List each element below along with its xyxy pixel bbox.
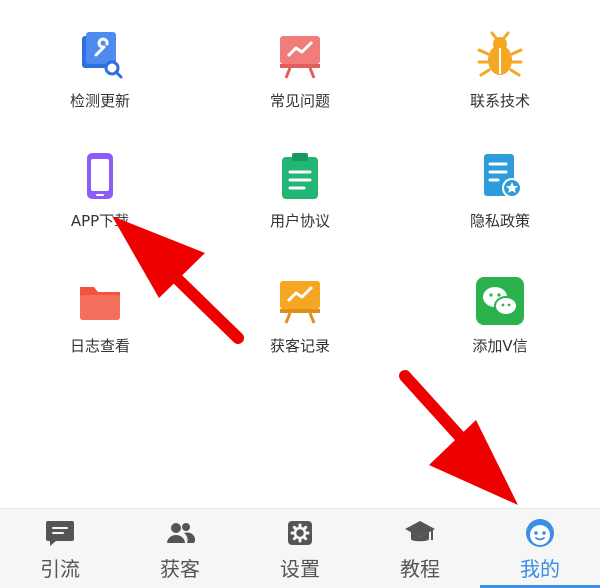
tab-label: 设置 [280,557,320,581]
folder-icon [80,287,120,320]
bug-icon [477,31,523,77]
menu-item-label: 获客记录 [269,337,330,355]
menu-item-faq[interactable]: 常见问题 [220,30,380,111]
menu-item-customer-records[interactable]: 获客记录 [220,275,380,356]
tab-settings[interactable]: 设置 [240,509,360,588]
menu-item-label: 检测更新 [69,92,130,110]
wrench-search-icon [82,32,123,79]
tab-label: 获客 [160,557,200,581]
gear-icon [288,521,312,545]
bottom-tab-bar: 引流 获客 设置 教程 我的 [0,508,600,588]
menu-item-app-download[interactable]: APP下载 [20,150,180,231]
phone-icon [87,153,113,199]
tab-label: 引流 [40,557,80,581]
menu-item-label: 日志查看 [69,337,130,355]
tab-label: 教程 [400,557,440,581]
menu-item-check-update[interactable]: 检测更新 [20,30,180,111]
menu-item-user-agreement[interactable]: 用户协议 [220,150,380,231]
smiley-face-icon [526,519,554,547]
menu-item-add-wechat[interactable]: 添加V信 [420,275,580,356]
graduation-cap-icon [405,521,435,542]
menu-item-contact-tech[interactable]: 联系技术 [420,30,580,111]
chart-board-icon [280,281,320,324]
menu-item-log-view[interactable]: 日志查看 [20,275,180,356]
menu-item-label: APP下载 [70,212,130,230]
menu-item-privacy-policy[interactable]: 隐私政策 [420,150,580,231]
document-star-icon [484,154,522,198]
users-icon [167,523,196,543]
wechat-icon [476,277,524,325]
menu-item-label: 常见问题 [269,92,330,110]
menu-item-label: 隐私政策 [469,212,530,230]
menu-grid: 检测更新 常见问题 联系技术 APP下载 用户协议 隐私政策 日志查看 获客记录… [0,0,600,505]
tab-label: 我的 [520,557,560,581]
chat-icon [46,521,74,546]
tab-tutorial[interactable]: 教程 [360,509,480,588]
tab-mine[interactable]: 我的 [480,509,600,588]
menu-item-label: 用户协议 [269,212,330,230]
menu-item-label: 联系技术 [469,92,530,110]
tab-customers[interactable]: 获客 [120,509,240,588]
chart-board-icon [280,36,320,79]
clipboard-icon [282,153,318,199]
tab-traffic[interactable]: 引流 [0,509,120,588]
menu-item-label: 添加V信 [472,337,528,355]
